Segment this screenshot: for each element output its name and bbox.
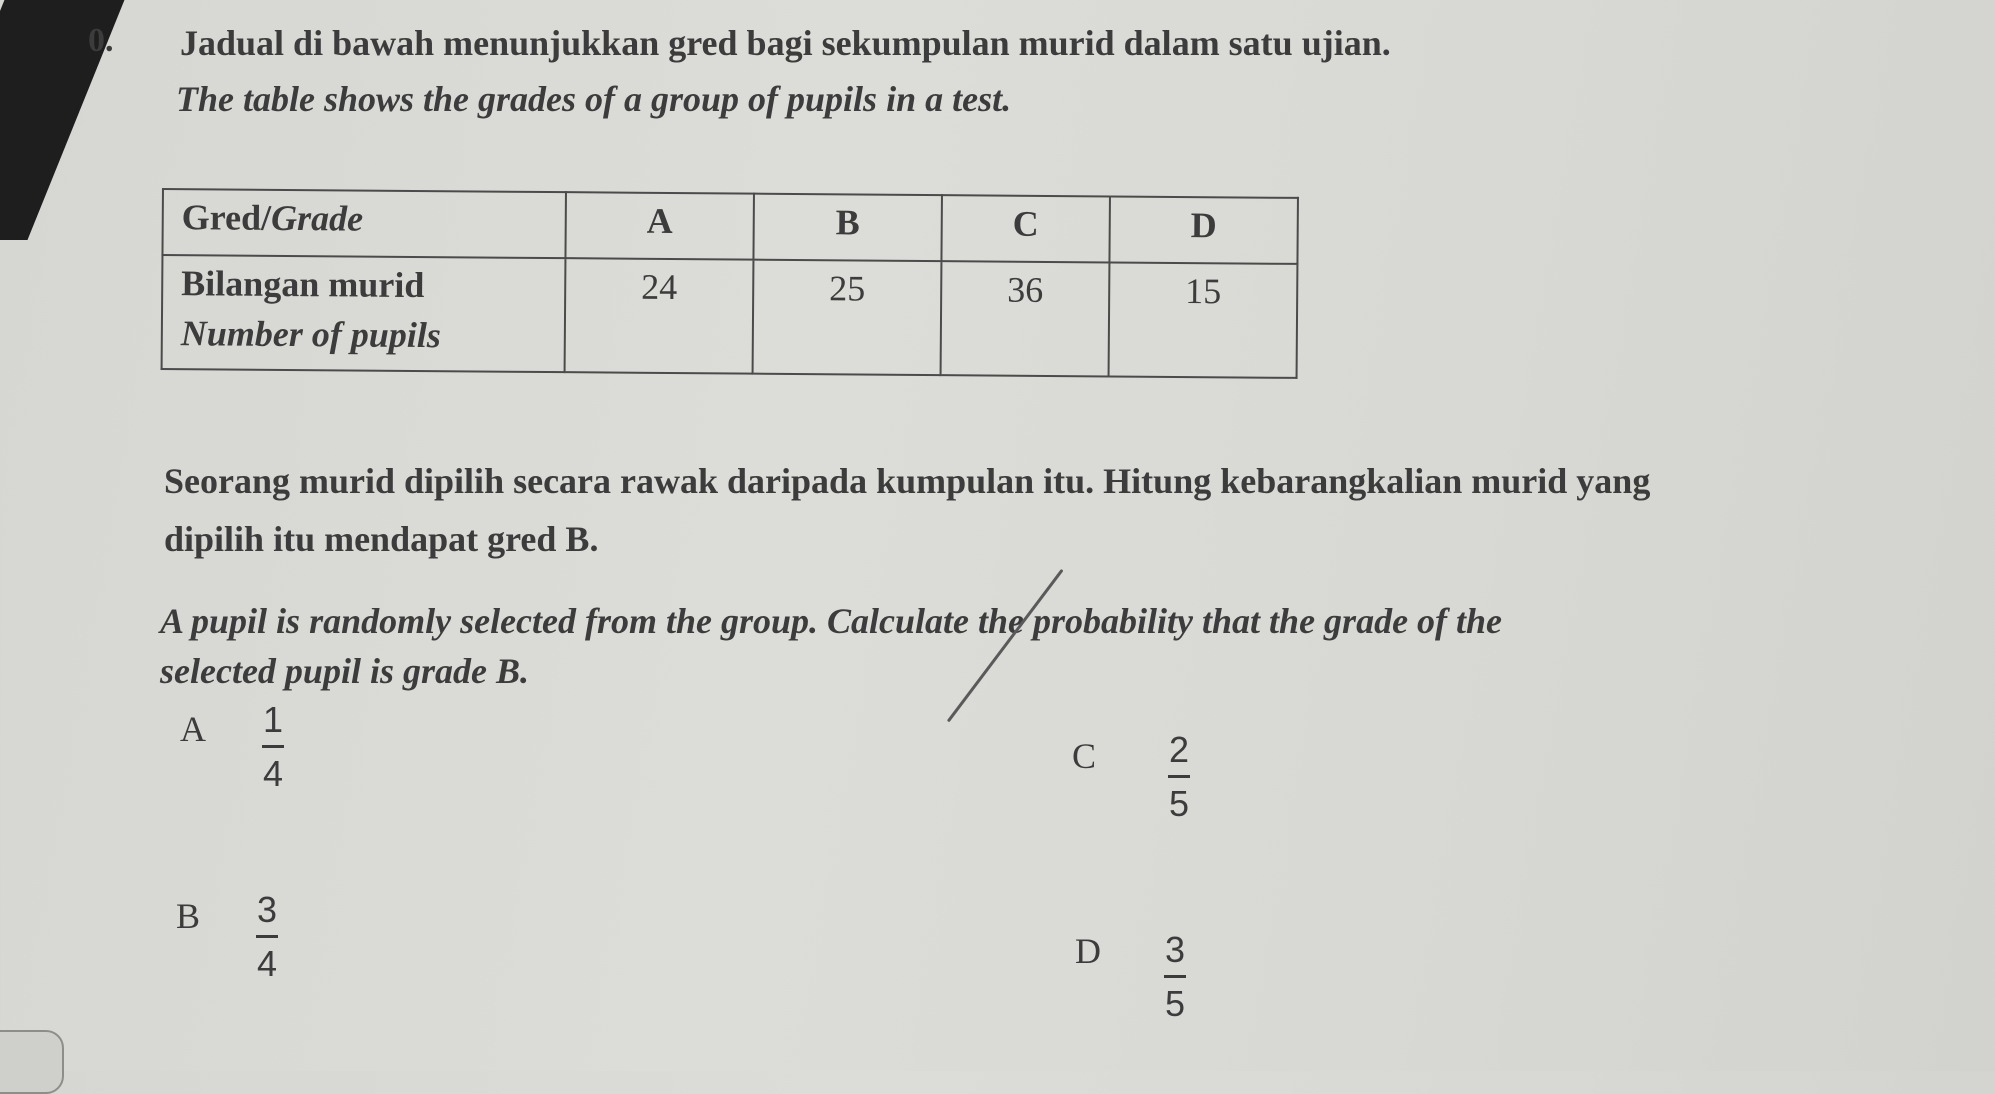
grade-cell: C <box>941 195 1110 263</box>
row-label-malay: Bilangan murid <box>181 263 425 306</box>
option-d-letter[interactable]: D <box>1075 930 1101 972</box>
count-cell: 25 <box>752 259 942 376</box>
desk-object <box>0 1030 64 1094</box>
grades-table: Gred/Grade A B C D Bilangan murid Number … <box>161 188 1299 379</box>
option-b-letter[interactable]: B <box>176 895 200 937</box>
prompt-malay-line2: dipilih itu mendapat gred B. <box>164 519 599 559</box>
count-cell: 36 <box>940 261 1110 377</box>
intro-english: The table shows the grades of a group of… <box>176 79 1012 119</box>
option-a-fraction[interactable]: 1 4 <box>256 700 290 794</box>
option-c-letter[interactable]: C <box>1072 735 1096 777</box>
fraction-bar <box>1168 775 1190 778</box>
option-a-numerator: 1 <box>262 699 284 740</box>
count-cell: 24 <box>564 258 754 374</box>
option-b-numerator: 3 <box>256 889 278 930</box>
header-label-cell: Gred/Grade <box>162 189 566 259</box>
intro-malay: Jadual di bawah menunjukkan gred bagi se… <box>180 23 1391 63</box>
grade-cell: A <box>565 192 754 260</box>
option-c-numerator: 2 <box>1168 729 1190 770</box>
option-b-fraction[interactable]: 3 4 <box>250 890 284 984</box>
question-number: 0. <box>88 22 114 59</box>
grade-cell: B <box>753 193 942 262</box>
prompt-english-line2: selected pupil is grade B. <box>160 651 529 691</box>
table-header-row: Gred/Grade A B C D <box>162 189 1298 264</box>
grade-cell: D <box>1109 196 1298 264</box>
option-a-letter[interactable]: A <box>180 708 206 750</box>
row-label-cell: Bilangan murid Number of pupils <box>161 255 566 373</box>
option-d-numerator: 3 <box>1164 929 1186 970</box>
fraction-bar <box>256 935 278 938</box>
prompt-malay-line1: Seorang murid dipilih secara rawak darip… <box>164 461 1651 501</box>
handwritten-slash-mark <box>946 568 1064 723</box>
option-c-fraction[interactable]: 2 5 <box>1162 730 1196 824</box>
option-d-fraction[interactable]: 3 5 <box>1158 930 1192 1024</box>
count-cell: 15 <box>1108 262 1298 378</box>
prompt-english-line1: A pupil is randomly selected from the gr… <box>160 601 1503 641</box>
fraction-bar <box>262 745 284 748</box>
table-row: Bilangan murid Number of pupils 24 25 36 … <box>161 255 1298 378</box>
header-label-english: Grade <box>270 197 364 239</box>
option-d-denominator: 5 <box>1164 983 1186 1024</box>
option-c-denominator: 5 <box>1168 783 1190 824</box>
header-label-malay: Gred/ <box>181 197 272 238</box>
option-a-denominator: 4 <box>262 753 284 794</box>
row-label-english: Number of pupils <box>180 313 442 356</box>
fraction-bar <box>1164 975 1186 978</box>
option-b-denominator: 4 <box>256 943 278 984</box>
